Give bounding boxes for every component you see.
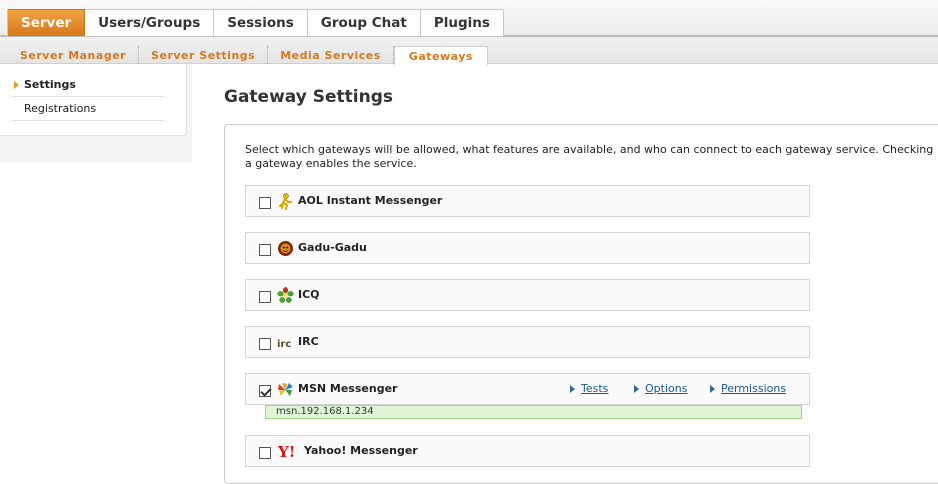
tab-server[interactable]: Server [8,9,86,36]
gateway-name: Gadu-Gadu [298,241,367,254]
top-tabs: Server Users/Groups Sessions Group Chat … [7,9,504,36]
gateway-checkbox-gadu-gadu[interactable] [259,244,271,256]
gateway-checkbox-aim[interactable] [259,197,271,209]
gateway-name: IRC [298,335,319,348]
options-link[interactable]: Options [645,382,687,395]
sidebar-item-registrations[interactable]: Registrations [12,97,164,121]
gateway-checkbox-icq[interactable] [259,291,271,303]
tests-link[interactable]: Tests [581,382,608,395]
gateway-name: ICQ [298,288,320,301]
subtab-gateways[interactable]: Gateways [393,46,488,65]
gateway-row-gadu-gadu: Gadu-Gadu [245,232,810,264]
page-title: Gateway Settings [224,87,393,107]
irc-icon: irc [277,339,291,350]
permissions-arrow-icon [710,385,715,393]
svg-text:Y!: Y! [277,443,295,460]
gateway-name: MSN Messenger [298,382,398,395]
tab-group-chat[interactable]: Group Chat [307,9,421,36]
sidebar-item-label: Registrations [24,102,97,115]
subtab-server-manager[interactable]: Server Manager [8,46,140,64]
msn-domain-bar: msn.192.168.1.234 [265,405,802,419]
icq-flower-icon [277,287,294,303]
gateway-row-aim: AOL Instant Messenger [245,185,810,217]
options-arrow-icon [634,385,639,393]
gateway-row-yahoo: Y! Yahoo! Messenger [245,435,810,467]
tab-sessions[interactable]: Sessions [214,9,308,36]
permissions-link[interactable]: Permissions [721,382,786,395]
gateway-row-icq: ICQ [245,279,810,311]
intro-text: Select which gateways will be allowed, w… [245,143,934,170]
msn-butterfly-icon [278,383,293,396]
sidebar-item-settings[interactable]: Settings [12,73,164,97]
gateway-checkbox-irc[interactable] [259,338,271,350]
active-arrow-icon [14,81,19,89]
gateway-checkbox-yahoo[interactable] [259,447,271,459]
subtab-media-services[interactable]: Media Services [268,46,394,64]
tab-plugins[interactable]: Plugins [420,9,504,36]
gateway-name: AOL Instant Messenger [298,194,443,207]
sub-tabs: Server Manager Server Settings Media Ser… [8,46,488,65]
tab-users-groups[interactable]: Users/Groups [85,9,215,36]
gadu-gadu-flower-icon [278,241,293,256]
sidebar: Settings Registrations [0,64,187,136]
gateway-row-irc: irc IRC [245,326,810,358]
svg-text:irc: irc [277,339,291,350]
sidebar-item-label: Settings [24,78,76,91]
gateway-name: Yahoo! Messenger [304,444,418,457]
gateway-checkbox-msn[interactable] [259,385,271,397]
aim-running-man-icon [279,193,292,210]
yahoo-icon: Y! [277,443,295,460]
tests-arrow-icon [570,385,575,393]
subtab-server-settings[interactable]: Server Settings [139,46,269,64]
gateway-row-msn: MSN Messenger Tests Options Permissions [245,373,810,405]
